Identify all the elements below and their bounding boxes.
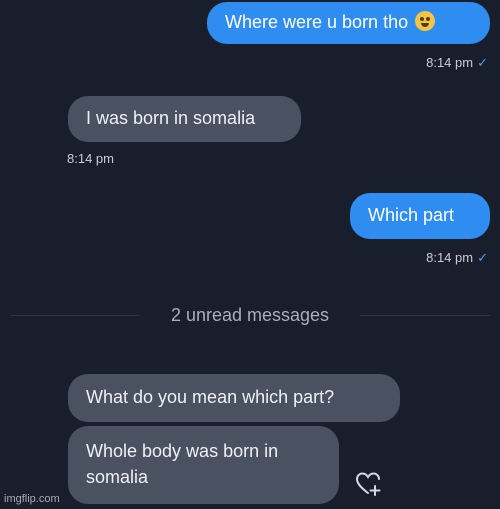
incoming-message-bubble[interactable]: Whole body was born in somalia [68,426,339,504]
message-timestamp: 8:14 pm [426,55,474,70]
chat-thread: Where were u born tho 8:14 pm ✓ I was bor… [0,0,500,509]
read-check-icon: ✓ [477,55,488,70]
incoming-message-bubble[interactable]: What do you mean which part? [68,374,400,422]
incoming-message-bubble[interactable]: I was born in somalia [68,96,301,142]
message-meta: 8:14 pm ✓ [426,250,488,266]
heart-plus-icon[interactable] [354,470,382,498]
emoji-icon [415,11,436,31]
message-timestamp: 8:14 pm [67,151,114,166]
divider-line [360,315,490,316]
message-text: Where were u born tho [225,12,409,32]
message-meta: 8:14 pm ✓ [426,55,488,71]
outgoing-message-bubble[interactable]: Which part [350,193,490,239]
message-text: Which part [368,205,455,225]
unread-divider: 2 unread messages [10,302,490,328]
watermark: imgflip.com [4,493,60,505]
message-text: I was born in somalia [86,108,256,128]
message-text-line: somalia [86,467,149,487]
message-text-line: Whole body was born in [86,441,279,461]
message-timestamp: 8:14 pm [426,250,474,265]
message-text: What do you mean which part? [86,387,335,407]
read-check-icon: ✓ [477,250,488,265]
outgoing-message-bubble[interactable]: Where were u born tho [207,2,490,44]
